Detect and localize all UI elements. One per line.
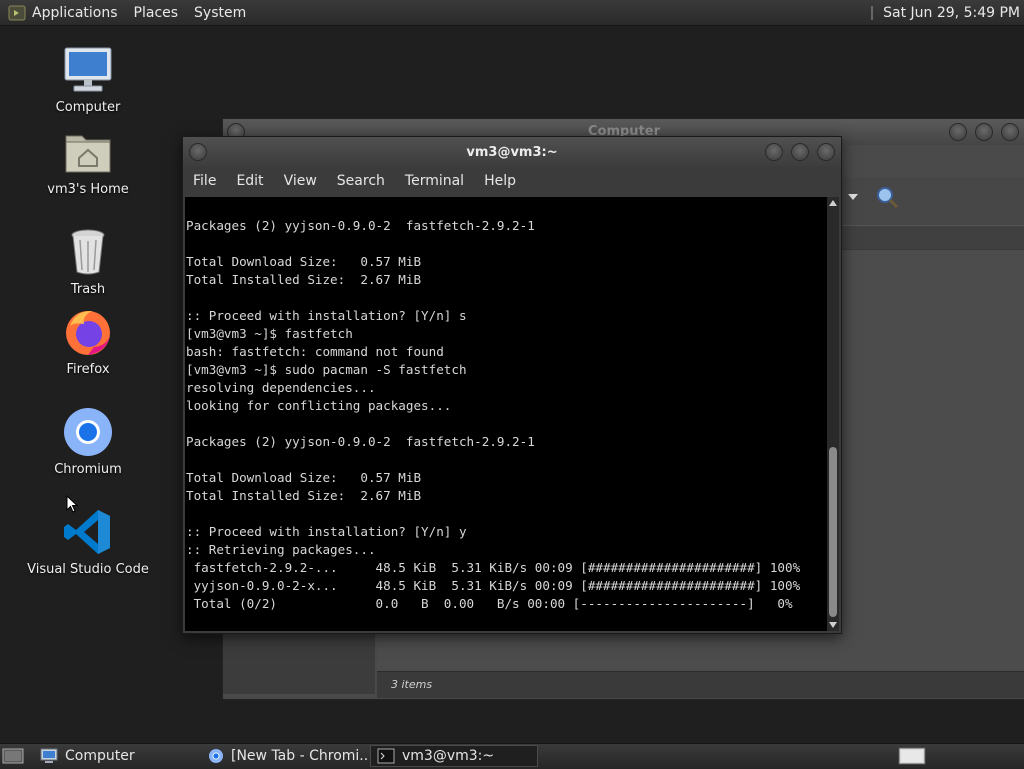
taskbar-item-label: [New Tab - Chromi... bbox=[231, 748, 368, 764]
chromium-icon bbox=[64, 408, 112, 456]
chromium-icon bbox=[209, 749, 223, 763]
maximize-button[interactable] bbox=[975, 123, 993, 141]
clock[interactable]: Sat Jun 29, 5:49 PM bbox=[883, 5, 1020, 21]
terminal-icon bbox=[377, 748, 395, 764]
terminal-scrollbar[interactable] bbox=[827, 197, 839, 631]
taskbar-item-chromium[interactable]: [New Tab - Chromi... bbox=[202, 745, 368, 767]
taskbar-item-computer[interactable]: Computer bbox=[34, 745, 198, 767]
desktop-icon-label: Visual Studio Code bbox=[27, 562, 149, 577]
terminal-text: Packages (2) yyjson-0.9.0-2 fastfetch-2.… bbox=[186, 218, 801, 611]
desktop-icon-label: Computer bbox=[55, 100, 121, 115]
close-button[interactable] bbox=[1001, 123, 1019, 141]
computer-icon bbox=[64, 47, 112, 92]
menu-search[interactable]: Search bbox=[337, 173, 385, 189]
desktop-icon-chromium[interactable]: Chromium bbox=[18, 406, 158, 477]
desktop-icon-label: Firefox bbox=[66, 362, 110, 377]
file-manager-icon bbox=[40, 748, 58, 763]
workspace-icon bbox=[898, 747, 926, 765]
show-desktop-button[interactable] bbox=[2, 747, 24, 769]
panel-separator bbox=[871, 5, 874, 20]
chevron-down-icon[interactable] bbox=[847, 193, 859, 201]
desktop-icon-trash[interactable]: Trash bbox=[18, 226, 158, 297]
bottom-taskbar: Computer [New Tab - Chromi... vm3@vm3:~ bbox=[0, 743, 1024, 769]
trash-icon bbox=[71, 229, 105, 275]
taskbar-item-label: vm3@vm3:~ bbox=[402, 748, 495, 764]
desktop-icon-label: Chromium bbox=[54, 462, 122, 477]
top-panel: Applications Places System Sat Jun 29, 5… bbox=[0, 0, 1024, 26]
system-menu[interactable]: System bbox=[194, 5, 246, 21]
applications-logo-icon bbox=[8, 5, 26, 20]
scrollbar-thumb[interactable] bbox=[829, 447, 837, 617]
terminal-window[interactable]: vm3@vm3:~ File Edit View Search Terminal… bbox=[182, 136, 842, 634]
menu-view[interactable]: View bbox=[284, 173, 317, 189]
desktop-icon-home[interactable]: vm3's Home bbox=[18, 126, 158, 197]
minimize-button[interactable] bbox=[949, 123, 967, 141]
taskbar-item-terminal[interactable]: vm3@vm3:~ bbox=[370, 745, 538, 767]
clock-area[interactable]: Sat Jun 29, 5:49 PM bbox=[871, 0, 1020, 25]
show-desktop-icon bbox=[2, 748, 24, 764]
desktop-icon-label: vm3's Home bbox=[47, 182, 129, 197]
menu-edit[interactable]: Edit bbox=[236, 173, 263, 189]
applications-menu[interactable]: Applications bbox=[8, 4, 118, 22]
places-menu[interactable]: Places bbox=[134, 5, 179, 21]
desktop-icon-vscode[interactable]: Visual Studio Code bbox=[18, 506, 158, 577]
search-icon[interactable] bbox=[875, 185, 899, 209]
desktop-icon-firefox[interactable]: Firefox bbox=[18, 306, 158, 377]
menu-terminal[interactable]: Terminal bbox=[405, 173, 464, 189]
scroll-up-arrow-icon[interactable] bbox=[829, 200, 837, 206]
maximize-button[interactable] bbox=[791, 143, 809, 161]
file-manager-status: 3 items bbox=[377, 671, 1024, 698]
desktop-icon-computer[interactable]: Computer bbox=[18, 44, 158, 115]
terminal-menubar: File Edit View Search Terminal Help bbox=[183, 167, 841, 195]
terminal-title: vm3@vm3:~ bbox=[466, 145, 558, 160]
menu-help[interactable]: Help bbox=[484, 173, 516, 189]
home-folder-icon bbox=[65, 135, 111, 173]
workspace-switcher[interactable] bbox=[898, 747, 926, 769]
taskbar-item-label: Computer bbox=[65, 748, 135, 764]
terminal-output[interactable]: Packages (2) yyjson-0.9.0-2 fastfetch-2.… bbox=[185, 197, 827, 631]
close-button[interactable] bbox=[817, 143, 835, 161]
mouse-pointer-icon bbox=[66, 495, 78, 513]
terminal-titlebar[interactable]: vm3@vm3:~ bbox=[183, 137, 841, 167]
scroll-down-arrow-icon[interactable] bbox=[829, 622, 837, 628]
applications-menu-label: Applications bbox=[32, 4, 118, 21]
firefox-icon bbox=[66, 310, 110, 355]
desktop-icon-label: Trash bbox=[70, 282, 106, 297]
vscode-icon bbox=[64, 510, 110, 554]
menu-file[interactable]: File bbox=[193, 173, 216, 189]
minimize-button[interactable] bbox=[765, 143, 783, 161]
